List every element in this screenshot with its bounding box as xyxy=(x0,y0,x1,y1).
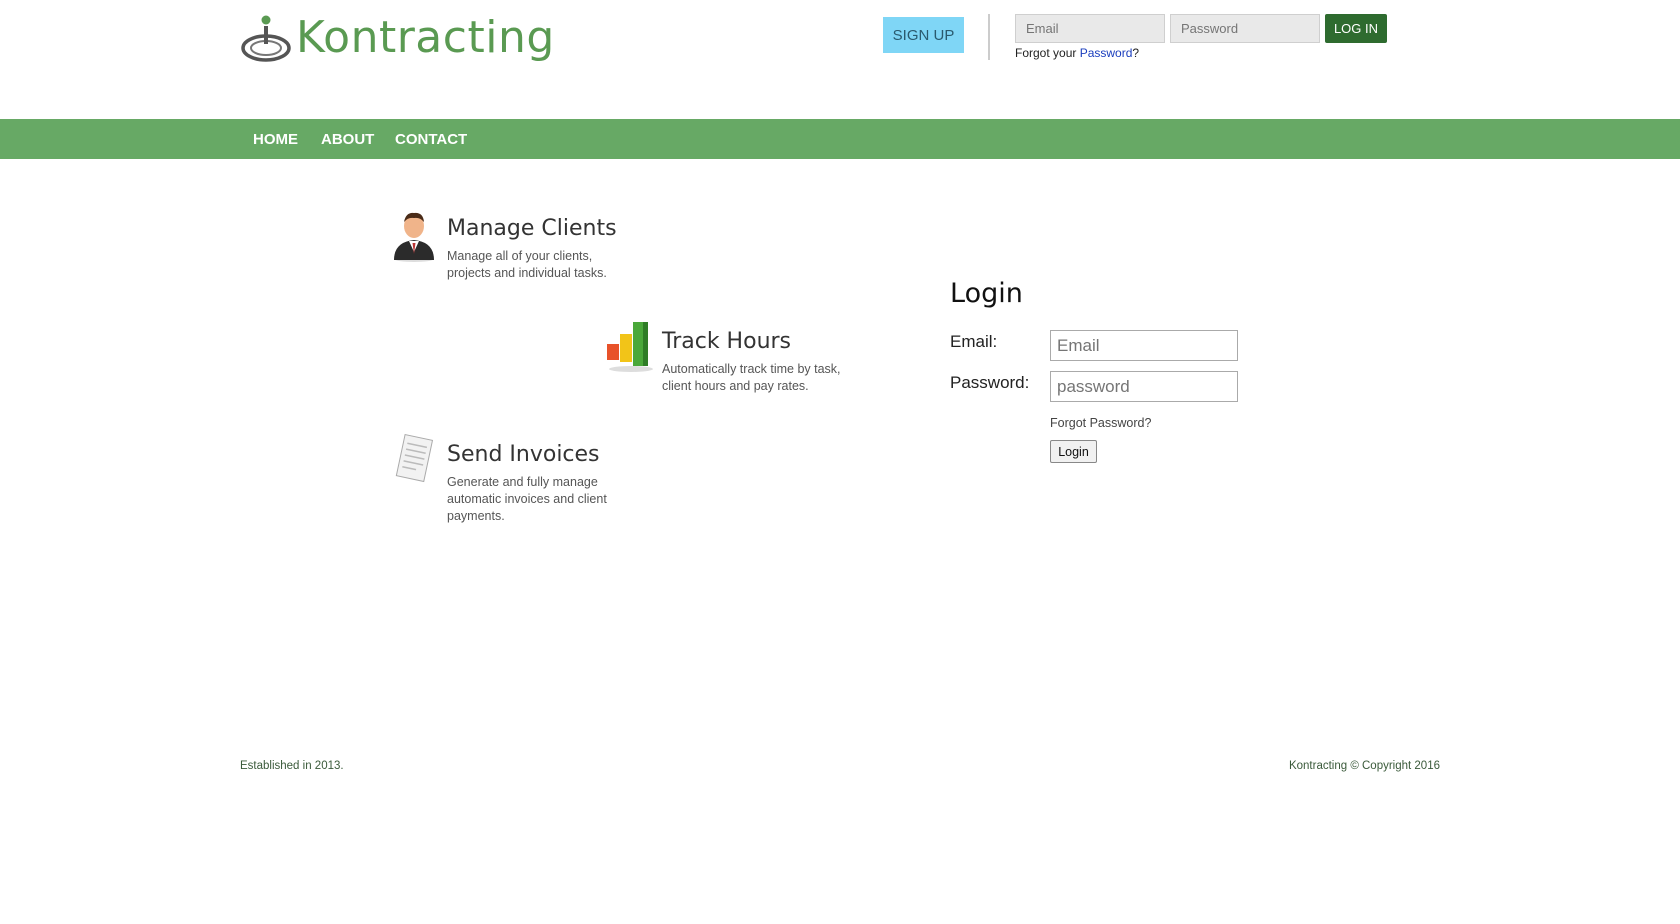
login-submit-button[interactable]: Login xyxy=(1050,440,1097,463)
desc-line: projects and individual tasks. xyxy=(447,266,607,280)
login-heading: Login xyxy=(950,278,1023,309)
forgot-suffix: ? xyxy=(1132,46,1140,60)
invoice-icon xyxy=(390,433,438,492)
header-password-input[interactable] xyxy=(1170,14,1320,43)
desc-line: client hours and pay rates. xyxy=(662,379,809,393)
nav-about[interactable]: ABOUT xyxy=(321,119,374,159)
header-divider xyxy=(988,14,990,60)
desc-line: Automatically track time by task, xyxy=(662,362,841,376)
feature-title: Send Invoices xyxy=(447,442,600,467)
desc-line: Manage all of your clients, xyxy=(447,249,593,263)
forgot-password-link[interactable]: Password xyxy=(1080,46,1133,60)
feature-title: Track Hours xyxy=(662,329,792,354)
sign-up-button[interactable]: SIGN UP xyxy=(883,17,964,53)
login-email-field[interactable] xyxy=(1050,330,1238,361)
feature-description: Automatically track time by task, client… xyxy=(662,361,841,395)
nav-home[interactable]: HOME xyxy=(253,119,298,159)
forgot-prefix: Forgot your xyxy=(1015,46,1080,60)
header-email-input[interactable] xyxy=(1015,14,1165,43)
login-password-field[interactable] xyxy=(1050,371,1238,402)
brand-name: Kontracting xyxy=(296,12,555,63)
footer-copyright: Kontracting © Copyright 2016 xyxy=(1288,760,1440,772)
desc-line: automatic invoices and client xyxy=(447,492,607,506)
feature-title: Manage Clients xyxy=(447,216,617,241)
feature-description: Generate and fully manage automatic invo… xyxy=(447,474,607,525)
desc-line: Generate and fully manage xyxy=(447,475,598,489)
nav-contact[interactable]: CONTACT xyxy=(395,119,467,159)
feature-description: Manage all of your clients, projects and… xyxy=(447,248,607,282)
bar-chart-icon xyxy=(605,320,655,377)
main-nav: HOME ABOUT CONTACT xyxy=(0,119,1680,159)
email-label: Email: xyxy=(950,332,998,351)
forgot-password-link[interactable]: Forgot Password? xyxy=(1050,416,1151,430)
desc-line: payments. xyxy=(447,509,505,523)
logo[interactable]: Kontracting xyxy=(240,12,555,64)
log-in-button[interactable]: LOG IN xyxy=(1325,14,1387,43)
logo-icon xyxy=(241,15,291,62)
businessman-icon xyxy=(390,208,438,267)
password-label: Password: xyxy=(950,373,1030,392)
header-forgot-password: Forgot your Password? xyxy=(1015,46,1139,60)
footer-established: Established in 2013. xyxy=(240,760,344,772)
